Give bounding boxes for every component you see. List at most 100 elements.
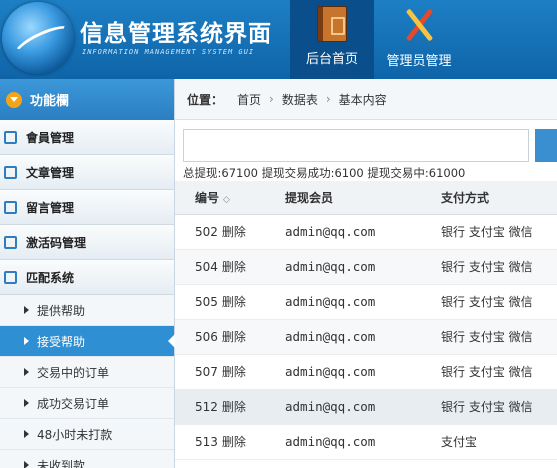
row-payment: 银行 支付宝 微信: [421, 319, 557, 355]
book-icon: [317, 6, 347, 42]
sidebar-subitem-label: 48小时未打款: [37, 427, 113, 442]
nav-admin-label: 管理员管理: [386, 54, 452, 69]
column-header-label: 编号: [195, 190, 220, 205]
delete-link[interactable]: 删除: [222, 435, 246, 449]
sidebar-item-activation-codes[interactable]: 激活码管理: [0, 225, 174, 260]
row-payment: 银行 支付宝 微信: [421, 214, 557, 250]
sidebar-subitem-label: 成功交易订单: [37, 396, 110, 411]
row-member: admin@qq.com: [265, 284, 421, 320]
row-member: admin@qq.com: [265, 214, 421, 250]
sidebar-subitem-successful-orders[interactable]: 成功交易订单: [0, 388, 174, 419]
sidebar-subitem-label: 提供帮助: [37, 303, 86, 318]
sidebar-item-articles[interactable]: 文章管理: [0, 155, 174, 190]
sidebar-title: 功能欄: [30, 94, 70, 109]
row-payment: 银行 支付宝 微信: [421, 249, 557, 285]
sidebar-item-messages[interactable]: 留言管理: [0, 190, 174, 225]
sidebar-item-label: 匹配系统: [26, 270, 75, 285]
sort-icon[interactable]: ◇: [223, 195, 230, 205]
sidebar: 功能欄 會員管理 文章管理 留言管理 激活码管理 匹配系统 提供帮助 接受帮助 …: [0, 79, 175, 468]
system-subtitle: INFORMATION MANAGEMENT SYSTEM GUI: [82, 48, 255, 56]
breadcrumb: 位置： 首页 › 数据表 › 基本内容: [175, 79, 557, 120]
row-id: 504: [195, 260, 218, 274]
row-payment: 银行 支付宝 微信: [421, 354, 557, 390]
nav-home[interactable]: 后台首页: [290, 0, 374, 79]
sidebar-subitem-accept-help[interactable]: 接受帮助: [0, 326, 175, 357]
sidebar-subitem-provide-help[interactable]: 提供帮助: [0, 295, 174, 326]
caret-right-icon: [24, 306, 29, 314]
sidebar-item-label: 激活码管理: [26, 235, 87, 250]
column-header-payment: 支付方式: [421, 181, 557, 215]
nav-admin-management[interactable]: 管理员管理: [374, 0, 464, 79]
globe-logo-icon: [2, 2, 74, 74]
row-id: 513: [195, 435, 218, 449]
row-member: admin@qq.com: [265, 249, 421, 285]
column-header-id[interactable]: 编号 ◇: [175, 181, 265, 215]
sidebar-item-matching-system[interactable]: 匹配系统: [0, 260, 174, 295]
sidebar-item-label: 會員管理: [26, 130, 75, 145]
search-row: [183, 129, 557, 162]
list-icon: [4, 130, 17, 144]
caret-right-icon: [24, 368, 29, 376]
table-row: 505 删除 admin@qq.com 银行 支付宝 微信: [175, 284, 557, 320]
sidebar-item-label: 留言管理: [26, 200, 75, 215]
table-row: 502 删除 admin@qq.com 银行 支付宝 微信: [175, 214, 557, 250]
withdrawal-stats: 总提现:67100 提现交易成功:6100 提现交易中:61000: [183, 166, 466, 180]
sidebar-subitem-label: 未收到款: [37, 458, 86, 468]
table-header-row: 编号 ◇ 提现会员 支付方式: [175, 181, 557, 215]
row-payment: 银行 支付宝 微信: [421, 284, 557, 320]
caret-right-icon: [24, 337, 29, 345]
search-input[interactable]: [183, 129, 529, 162]
sidebar-subitem-unpaid-48h[interactable]: 48小时未打款: [0, 419, 174, 450]
row-member: admin@qq.com: [265, 424, 421, 460]
breadcrumb-home[interactable]: 首页: [237, 91, 261, 108]
sidebar-subitem-label: 交易中的订单: [37, 365, 110, 380]
table-row: 506 删除 admin@qq.com 银行 支付宝 微信: [175, 319, 557, 355]
calendar-icon: [4, 235, 17, 249]
table-row: 507 删除 admin@qq.com 银行 支付宝 微信: [175, 354, 557, 390]
delete-link[interactable]: 删除: [222, 330, 246, 344]
row-member: admin@qq.com: [265, 389, 421, 425]
sidebar-item-label: 文章管理: [26, 165, 75, 180]
main-content: 位置： 首页 › 数据表 › 基本内容 总提现:67100 提现交易成功:610…: [175, 79, 557, 468]
delete-link[interactable]: 删除: [222, 400, 246, 414]
caret-right-icon: [24, 430, 29, 438]
caret-right-icon: [24, 399, 29, 407]
row-id: 502: [195, 225, 218, 239]
calendar-icon: [4, 270, 17, 284]
search-button[interactable]: [535, 129, 557, 162]
caret-right-icon: [24, 461, 29, 468]
sidebar-subitem-not-received[interactable]: 未收到款: [0, 450, 174, 468]
row-id: 507: [195, 365, 218, 379]
row-id: 505: [195, 295, 218, 309]
breadcrumb-datatable[interactable]: 数据表: [282, 91, 318, 108]
row-id: 512: [195, 400, 218, 414]
breadcrumb-basic-content: 基本内容: [338, 92, 387, 107]
breadcrumb-separator: ›: [325, 92, 331, 106]
system-title: 信息管理系统界面: [80, 21, 272, 47]
delete-link[interactable]: 删除: [222, 365, 246, 379]
sidebar-subitem-label: 接受帮助: [37, 334, 86, 349]
row-id: 506: [195, 330, 218, 344]
top-header: 信息管理系统界面 INFORMATION MANAGEMENT SYSTEM G…: [0, 0, 557, 79]
row-member: admin@qq.com: [265, 354, 421, 390]
delete-link[interactable]: 删除: [222, 225, 246, 239]
tools-icon: [401, 6, 437, 44]
row-payment: 支付宝: [421, 424, 557, 460]
withdrawal-table: 编号 ◇ 提现会员 支付方式 502 删除 admin@qq.com 银行 支付宝 …: [175, 181, 557, 460]
sidebar-item-members[interactable]: 會員管理: [0, 120, 174, 155]
row-payment: 银行 支付宝 微信: [421, 389, 557, 425]
table-row: 513 删除 admin@qq.com 支付宝: [175, 424, 557, 460]
edit-icon: [4, 165, 17, 179]
breadcrumb-separator: ›: [269, 92, 274, 106]
chevron-down-icon: [6, 91, 22, 108]
edit-icon: [4, 200, 17, 214]
sidebar-header[interactable]: 功能欄: [0, 79, 174, 120]
sidebar-subitem-orders-in-progress[interactable]: 交易中的订单: [0, 357, 174, 388]
delete-link[interactable]: 删除: [222, 260, 246, 274]
delete-link[interactable]: 删除: [222, 295, 246, 309]
breadcrumb-label: 位置：: [187, 92, 224, 107]
table-row: 512 删除 admin@qq.com 银行 支付宝 微信: [175, 389, 557, 425]
table-row: 504 删除 admin@qq.com 银行 支付宝 微信: [175, 249, 557, 285]
column-header-member: 提现会员: [265, 181, 421, 215]
row-member: admin@qq.com: [265, 319, 421, 355]
